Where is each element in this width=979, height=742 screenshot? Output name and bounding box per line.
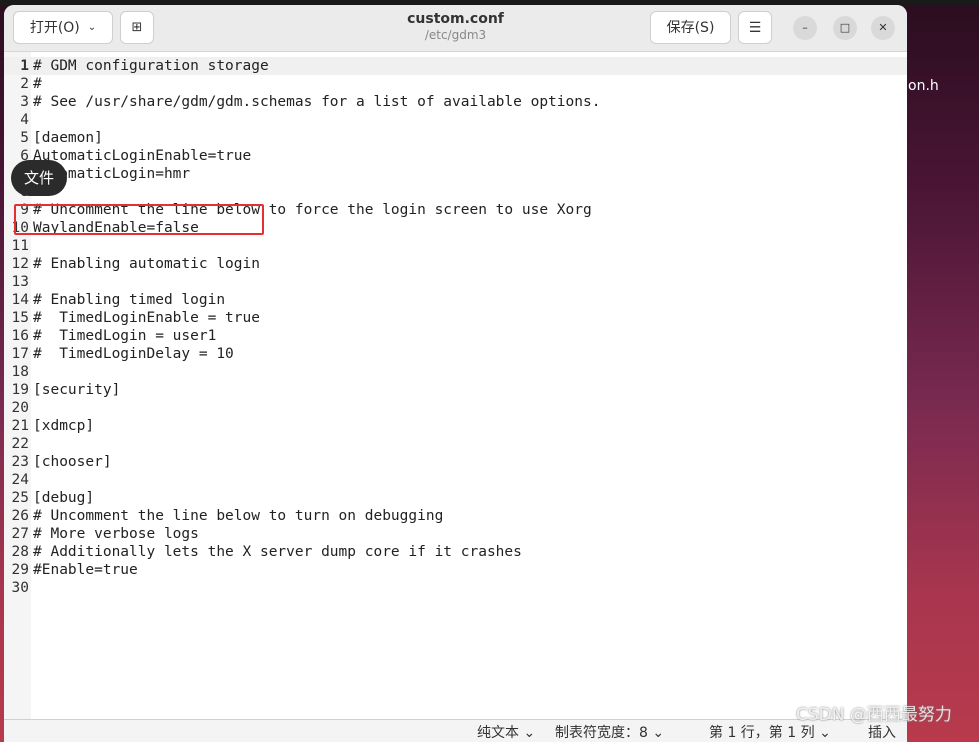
code-line[interactable]: 18	[4, 363, 907, 381]
syntax-label: 纯文本	[477, 725, 519, 741]
line-number: 14	[11, 292, 29, 308]
menu-button[interactable]: ☰	[738, 11, 772, 44]
tab-width-label: 制表符宽度：8	[555, 725, 648, 741]
code-line[interactable]: 16 # TimedLogin = user1	[4, 327, 907, 345]
line-number: 27	[11, 526, 29, 542]
line-number: 13	[11, 274, 29, 290]
line-number: 15	[11, 310, 29, 326]
code-line[interactable]: 20	[4, 399, 907, 417]
line-text: # TimedLogin = user1	[33, 328, 217, 344]
code-line[interactable]: 30	[4, 579, 907, 597]
editor-window: 打开(O) ⌄ ⊞ custom.conf /etc/gdm3 保存(S) ☰ –…	[4, 5, 907, 742]
line-text: # GDM configuration storage	[33, 58, 269, 74]
line-number: 23	[11, 454, 29, 470]
code-line[interactable]: 12 # Enabling automatic login	[4, 255, 907, 273]
maximize-icon: □	[839, 21, 851, 34]
line-text: # TimedLoginDelay = 10	[33, 346, 234, 362]
close-button[interactable]: ✕	[871, 16, 895, 40]
line-text: # TimedLoginEnable = true	[33, 310, 260, 326]
line-text: # More verbose logs	[33, 526, 199, 542]
status-bar: 纯文本 ⌄ 制表符宽度：8 ⌄ 第 1 行，第 1 列 ⌄ 插入	[4, 719, 907, 742]
line-text: [debug]	[33, 490, 95, 506]
line-number: 16	[11, 328, 29, 344]
code-line[interactable]: 27 # More verbose logs	[4, 525, 907, 543]
code-line[interactable]: 1 # GDM configuration storage	[4, 57, 907, 75]
code-line[interactable]: 11	[4, 237, 907, 255]
line-number: 28	[11, 544, 29, 560]
line-number: 25	[11, 490, 29, 506]
line-number: 29	[11, 562, 29, 578]
close-icon: ✕	[878, 21, 888, 34]
code-line[interactable]: 8	[4, 183, 907, 201]
line-number: 4	[20, 112, 29, 128]
text-editor[interactable]: 1 # GDM configuration storage 2 #3 # See /us…	[4, 52, 907, 719]
code-line[interactable]: 4	[4, 111, 907, 129]
code-line[interactable]: 21 [xdmcp]	[4, 417, 907, 435]
syntax-selector[interactable]: 纯文本 ⌄	[477, 725, 535, 741]
code-line[interactable]: 2 #	[4, 75, 907, 93]
line-text: # See /usr/share/gdm/gdm.schemas for a l…	[33, 94, 601, 110]
code-line[interactable]: 29 #Enable=true	[4, 561, 907, 579]
maximize-button[interactable]: □	[833, 16, 857, 40]
code-line[interactable]: 28 # Additionally lets the X server dump …	[4, 543, 907, 561]
line-number: 17	[11, 346, 29, 362]
highlight-box	[14, 204, 264, 235]
code-line[interactable]: 22	[4, 435, 907, 453]
minimize-icon: –	[802, 21, 808, 34]
line-text: #	[33, 76, 42, 92]
line-number: 1	[20, 58, 29, 74]
line-text: [xdmcp]	[33, 418, 95, 434]
line-text: # Enabling timed login	[33, 292, 226, 308]
line-number: 22	[11, 436, 29, 452]
desktop-file-label: on.h	[908, 78, 939, 94]
line-text: #Enable=true	[33, 562, 138, 578]
code-line[interactable]: 6 AutomaticLoginEnable=true	[4, 147, 907, 165]
line-number: 3	[20, 94, 29, 110]
line-number: 24	[11, 472, 29, 488]
line-text: [daemon]	[33, 130, 103, 146]
line-number: 20	[11, 400, 29, 416]
code-line[interactable]: 15 # TimedLoginEnable = true	[4, 309, 907, 327]
line-number: 26	[11, 508, 29, 524]
code-line[interactable]: 14 # Enabling timed login	[4, 291, 907, 309]
line-number: 11	[11, 238, 29, 254]
tooltip: 文件	[11, 160, 67, 196]
line-number: 12	[11, 256, 29, 272]
line-text: # Additionally lets the X server dump co…	[33, 544, 522, 560]
code-line[interactable]: 23 [chooser]	[4, 453, 907, 471]
minimize-button[interactable]: –	[793, 16, 817, 40]
line-number: 2	[20, 76, 29, 92]
line-text: # Enabling automatic login	[33, 256, 260, 272]
tab-width-selector[interactable]: 制表符宽度：8 ⌄	[555, 725, 664, 741]
code-line[interactable]: 25 [debug]	[4, 489, 907, 507]
cursor-position[interactable]: 第 1 行，第 1 列 ⌄	[709, 725, 831, 741]
code-line[interactable]: 17 # TimedLoginDelay = 10	[4, 345, 907, 363]
code-line[interactable]: 13	[4, 273, 907, 291]
line-text: [chooser]	[33, 454, 112, 470]
code-line[interactable]: 7AutomaticLogin=hmr	[4, 165, 907, 183]
code-line[interactable]: 24	[4, 471, 907, 489]
save-button[interactable]: 保存(S)	[650, 11, 731, 44]
line-number: 18	[11, 364, 29, 380]
code-line[interactable]: 3 # See /usr/share/gdm/gdm.schemas for a …	[4, 93, 907, 111]
insert-mode[interactable]: 插入	[868, 725, 896, 741]
cursor-position-label: 第 1 行，第 1 列	[709, 725, 815, 741]
line-number: 21	[11, 418, 29, 434]
line-text: [security]	[33, 382, 121, 398]
code-line[interactable]: 19 [security]	[4, 381, 907, 399]
header-bar: 打开(O) ⌄ ⊞ custom.conf /etc/gdm3 保存(S) ☰ –…	[4, 5, 907, 52]
watermark: CSDN @西西最努力	[796, 705, 952, 725]
code-line[interactable]: 5 [daemon]	[4, 129, 907, 147]
hamburger-icon: ☰	[748, 19, 762, 36]
code-line[interactable]: 26 # Uncomment the line below to turn on …	[4, 507, 907, 525]
line-text: AutomaticLoginEnable=true	[33, 148, 252, 164]
line-text: # Uncomment the line below to turn on de…	[33, 508, 444, 524]
line-number: 30	[11, 580, 29, 596]
line-number: 5	[20, 130, 29, 146]
line-number: 19	[11, 382, 29, 398]
